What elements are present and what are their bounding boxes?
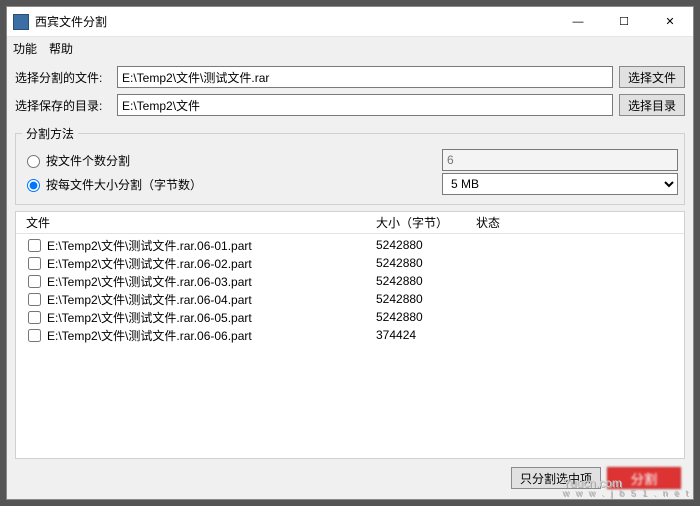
app-icon [13, 14, 29, 30]
browse-dir-button[interactable]: 选择目录 [619, 94, 685, 116]
label-choose-file: 选择分割的文件: [15, 69, 111, 86]
row-dir: 选择保存的目录: 选择目录 [15, 93, 685, 117]
row-checkbox[interactable] [28, 293, 41, 306]
minimize-icon: — [573, 16, 584, 28]
table-row[interactable]: E:\Temp2\文件\测试文件.rar.06-02.part 5242880 [16, 254, 684, 272]
footer: 只分割选中项 分割 [15, 463, 685, 493]
split-button[interactable]: 分割 [607, 467, 681, 489]
row-checkbox[interactable] [28, 275, 41, 288]
split-selected-button[interactable]: 只分割选中项 [511, 467, 601, 489]
file-name: E:\Temp2\文件\测试文件.rar.06-04.part [47, 291, 252, 308]
radio-row-size: 按每文件大小分割（字节数） 5 MB [22, 172, 678, 196]
app-window: 西宾文件分割 — ☐ ✕ 功能 帮助 选择分割的文件: 选择文件 选择保存的目录… [6, 6, 694, 500]
table-row[interactable]: E:\Temp2\文件\测试文件.rar.06-05.part 5242880 [16, 308, 684, 326]
split-method-group: 分割方法 按文件个数分割 按每文件大小分割（字节数） 5 MB [15, 125, 685, 205]
minimize-button[interactable]: — [555, 7, 601, 37]
table-row[interactable]: E:\Temp2\文件\测试文件.rar.06-04.part 5242880 [16, 290, 684, 308]
file-size: 5242880 [376, 238, 476, 252]
file-size: 5242880 [376, 310, 476, 324]
size-combo[interactable]: 5 MB [442, 173, 678, 195]
row-checkbox[interactable] [28, 239, 41, 252]
menubar: 功能 帮助 [7, 37, 693, 59]
radio-by-count[interactable] [27, 155, 40, 168]
label-by-count[interactable]: 按文件个数分割 [46, 152, 130, 169]
file-size: 374424 [376, 328, 476, 342]
label-by-size[interactable]: 按每文件大小分割（字节数） [46, 176, 202, 193]
file-size: 5242880 [376, 256, 476, 270]
close-icon: ✕ [665, 15, 674, 28]
table-row[interactable]: E:\Temp2\文件\测试文件.rar.06-01.part 5242880 [16, 236, 684, 254]
file-name: E:\Temp2\文件\测试文件.rar.06-01.part [47, 237, 252, 254]
content-area: 选择分割的文件: 选择文件 选择保存的目录: 选择目录 分割方法 按文件个数分割 [7, 59, 693, 499]
radio-row-count: 按文件个数分割 [22, 148, 678, 172]
file-name: E:\Temp2\文件\测试文件.rar.06-05.part [47, 309, 252, 326]
col-header-status[interactable]: 状态 [476, 214, 684, 231]
list-header: 文件 大小（字节） 状态 [16, 212, 684, 234]
titlebar[interactable]: 西宾文件分割 — ☐ ✕ [7, 7, 693, 37]
menu-help[interactable]: 帮助 [49, 40, 73, 57]
label-choose-dir: 选择保存的目录: [15, 97, 111, 114]
file-name: E:\Temp2\文件\测试文件.rar.06-03.part [47, 273, 252, 290]
row-checkbox[interactable] [28, 311, 41, 324]
count-input[interactable] [442, 149, 678, 171]
file-size: 5242880 [376, 292, 476, 306]
table-row[interactable]: E:\Temp2\文件\测试文件.rar.06-06.part 374424 [16, 326, 684, 344]
close-button[interactable]: ✕ [647, 7, 693, 37]
browse-file-button[interactable]: 选择文件 [619, 66, 685, 88]
maximize-icon: ☐ [619, 15, 629, 28]
row-file: 选择分割的文件: 选择文件 [15, 65, 685, 89]
row-checkbox[interactable] [28, 257, 41, 270]
file-size: 5242880 [376, 274, 476, 288]
split-method-legend: 分割方法 [22, 125, 78, 142]
window-title: 西宾文件分割 [35, 13, 107, 30]
file-name: E:\Temp2\文件\测试文件.rar.06-06.part [47, 327, 252, 344]
table-row[interactable]: E:\Temp2\文件\测试文件.rar.06-03.part 5242880 [16, 272, 684, 290]
file-path-input[interactable] [117, 66, 613, 88]
row-checkbox[interactable] [28, 329, 41, 342]
radio-by-size[interactable] [27, 179, 40, 192]
dir-path-input[interactable] [117, 94, 613, 116]
maximize-button[interactable]: ☐ [601, 7, 647, 37]
col-header-file[interactable]: 文件 [16, 214, 376, 231]
menu-function[interactable]: 功能 [13, 40, 37, 57]
file-list: 文件 大小（字节） 状态 E:\Temp2\文件\测试文件.rar.06-01.… [15, 211, 685, 459]
list-body[interactable]: E:\Temp2\文件\测试文件.rar.06-01.part5242880E:… [16, 234, 684, 458]
file-name: E:\Temp2\文件\测试文件.rar.06-02.part [47, 255, 252, 272]
col-header-size[interactable]: 大小（字节） [376, 214, 476, 231]
